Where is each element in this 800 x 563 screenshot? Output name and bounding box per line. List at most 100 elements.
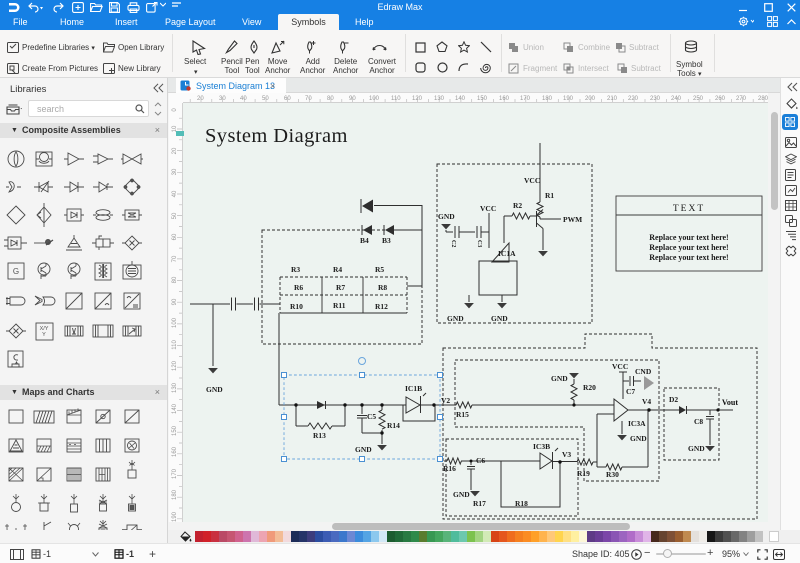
svg-text:70: 70	[172, 255, 178, 262]
svg-text:V3: V3	[562, 450, 571, 459]
svg-text:100: 100	[172, 317, 178, 328]
svg-text:GND: GND	[551, 374, 568, 383]
svg-text:270: 270	[736, 96, 747, 102]
svg-text:100: 100	[369, 96, 380, 102]
svg-text:240: 240	[671, 96, 682, 102]
svg-text:40: 40	[240, 96, 247, 102]
svg-text:70: 70	[305, 96, 312, 102]
svg-text:PWM: PWM	[563, 215, 582, 224]
svg-text:Vout: Vout	[722, 398, 738, 407]
svg-text:R18: R18	[515, 499, 528, 508]
svg-text:GND: GND	[447, 314, 464, 323]
svg-text:R3: R3	[291, 265, 300, 274]
svg-text:R12: R12	[375, 302, 388, 311]
svg-text:GND: GND	[453, 490, 470, 499]
svg-text:GND: GND	[206, 385, 223, 394]
svg-text:20: 20	[197, 96, 204, 102]
svg-text:30: 30	[219, 96, 226, 102]
svg-text:R19: R19	[577, 469, 590, 478]
svg-text:R30: R30	[606, 470, 619, 479]
svg-text:150: 150	[477, 96, 488, 102]
svg-text:C5: C5	[367, 412, 376, 421]
svg-text:D2: D2	[669, 395, 678, 404]
svg-text:CND: CND	[635, 367, 652, 376]
svg-text:C8: C8	[694, 417, 703, 426]
svg-text:140: 140	[455, 96, 466, 102]
svg-text:50: 50	[262, 96, 269, 102]
svg-text:GND: GND	[688, 444, 705, 453]
svg-text:GND: GND	[438, 212, 455, 221]
svg-text:VCC: VCC	[480, 204, 496, 213]
svg-text:R6: R6	[294, 283, 303, 292]
svg-text:170: 170	[520, 96, 531, 102]
svg-text:180: 180	[172, 489, 178, 500]
svg-text:V4: V4	[642, 397, 651, 406]
svg-text:R17: R17	[473, 499, 486, 508]
svg-text:120: 120	[412, 96, 423, 102]
svg-text:R4: R4	[333, 265, 342, 274]
svg-text:R13: R13	[313, 431, 326, 440]
svg-text:20: 20	[172, 147, 178, 154]
svg-text:40: 40	[172, 190, 178, 197]
svg-text:IC1B: IC1B	[405, 384, 422, 393]
svg-text:230: 230	[650, 96, 661, 102]
svg-text:250: 250	[693, 96, 704, 102]
svg-text:VCC: VCC	[524, 176, 540, 185]
svg-text:C6: C6	[476, 456, 485, 465]
svg-text:C3: C3	[476, 240, 482, 247]
svg-text:VCC: VCC	[612, 362, 628, 371]
svg-text:R10: R10	[290, 302, 303, 311]
svg-text:110: 110	[391, 96, 401, 102]
svg-text:B4: B4	[360, 236, 369, 245]
svg-text:90: 90	[172, 298, 178, 305]
svg-text:R2: R2	[513, 201, 522, 210]
svg-text:140: 140	[172, 403, 178, 414]
svg-text:V2: V2	[441, 396, 450, 405]
svg-text:B3: B3	[382, 236, 391, 245]
svg-text:190: 190	[172, 511, 178, 522]
svg-text:Replace your text here!: Replace your text here!	[649, 253, 728, 262]
svg-text:190: 190	[563, 96, 574, 102]
svg-text:IC1A: IC1A	[498, 249, 516, 258]
svg-text:90: 90	[349, 96, 356, 102]
svg-text:160: 160	[499, 96, 510, 102]
svg-text:System Diagram: System Diagram	[205, 125, 348, 147]
svg-text:GND: GND	[491, 314, 508, 323]
svg-text:Replace your text here!: Replace your text here!	[649, 233, 728, 242]
svg-text:GND: GND	[630, 434, 647, 443]
svg-text:130: 130	[434, 96, 445, 102]
svg-text:R20: R20	[583, 383, 596, 392]
svg-text:60: 60	[172, 233, 178, 240]
svg-text:120: 120	[172, 360, 178, 371]
svg-text:280: 280	[758, 96, 768, 102]
svg-text:R8: R8	[378, 283, 387, 292]
svg-text:R15: R15	[456, 410, 469, 419]
svg-text:0: 0	[172, 108, 178, 112]
svg-text:C7: C7	[626, 387, 635, 396]
svg-text:150: 150	[172, 425, 178, 436]
svg-text:R5: R5	[375, 265, 384, 274]
svg-text:60: 60	[284, 96, 291, 102]
svg-text:C2: C2	[450, 240, 456, 247]
svg-text:IC3B: IC3B	[533, 442, 550, 451]
svg-text:170: 170	[172, 468, 178, 479]
svg-text:R7: R7	[336, 283, 345, 292]
svg-text:110: 110	[172, 340, 178, 350]
svg-text:80: 80	[172, 276, 178, 283]
svg-text:260: 260	[715, 96, 726, 102]
svg-text:160: 160	[172, 446, 178, 457]
svg-text:50: 50	[172, 212, 178, 219]
svg-text:R1: R1	[545, 191, 554, 200]
svg-text:180: 180	[542, 96, 553, 102]
svg-text:210: 210	[607, 96, 618, 102]
svg-text:220: 220	[628, 96, 639, 102]
svg-text:TEXT: TEXT	[673, 204, 705, 214]
svg-text:Replace your text here!: Replace your text here!	[649, 243, 728, 252]
svg-text:IC3A: IC3A	[628, 419, 646, 428]
svg-text:30: 30	[172, 168, 178, 175]
svg-text:R11: R11	[333, 301, 346, 310]
svg-text:200: 200	[585, 96, 596, 102]
svg-text:R16: R16	[443, 464, 456, 473]
svg-text:GND: GND	[355, 445, 372, 454]
svg-text:80: 80	[327, 96, 334, 102]
